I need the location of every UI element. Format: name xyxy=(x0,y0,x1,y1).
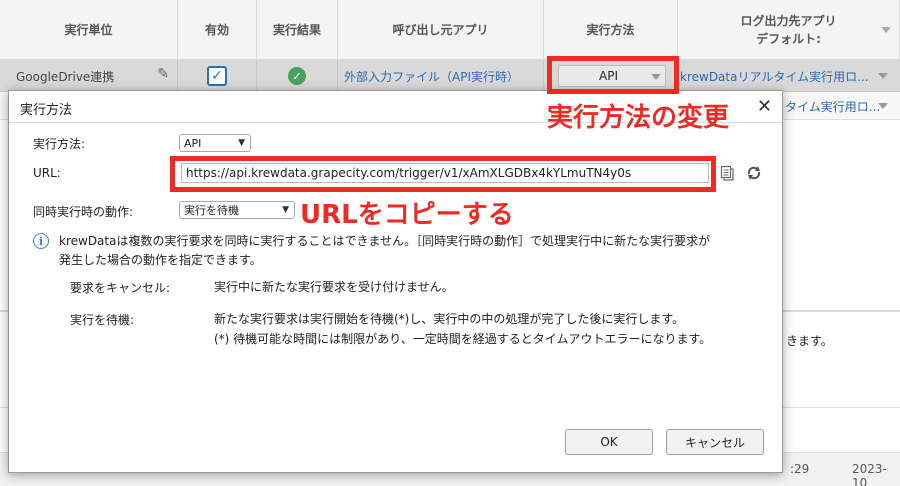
concurrent-label: 同時実行時の動作: xyxy=(33,205,134,219)
dialog-title: 実行方法 xyxy=(20,103,73,118)
ok-button[interactable]: OK xyxy=(565,429,653,455)
header-unit[interactable]: 実行単位 xyxy=(0,0,178,60)
url-label: URL: xyxy=(33,166,61,180)
header-method[interactable]: 実行方法 xyxy=(544,0,678,60)
chevron-down-icon xyxy=(878,73,888,79)
row-unit-cell: GoogleDrive連携 ✎ xyxy=(0,60,178,92)
cancel-request-term: 要求をキャンセル: xyxy=(70,281,171,295)
copy-icon[interactable] xyxy=(717,163,739,183)
grid-header: 実行単位 有効 実行結果 呼び出し元アプリ 実行方法 ログ出力先アプリ デフォル… xyxy=(0,0,900,60)
chevron-down-icon xyxy=(878,103,888,109)
edit-icon[interactable]: ✎ xyxy=(157,66,169,82)
header-log-app[interactable]: ログ出力先アプリ デフォルト: xyxy=(678,0,900,60)
execution-method-dialog: 実行方法 ✕ 実行方法: API ▼ URL: https://api.krew… xyxy=(8,90,783,473)
wait-desc: 新たな実行要求は実行開始を待機(*)し、実行中の中の処理が完了した後に実行します… xyxy=(214,312,712,346)
info-message: krewDataは複数の実行要求を同時に実行することはできません。［同時実行時の… xyxy=(59,234,711,267)
concurrent-dropdown[interactable]: 実行を待機 ▼ xyxy=(179,201,295,219)
annotation-copy-url: URLをコピーする xyxy=(300,200,514,230)
row-caller-cell[interactable]: 外部入力ファイル（API実行時） xyxy=(338,60,544,92)
refresh-icon[interactable] xyxy=(743,163,765,183)
info-icon: i xyxy=(33,233,49,249)
method-dropdown[interactable]: API ▼ xyxy=(179,134,251,152)
cancel-request-desc: 実行中に新たな実行要求を受け付けません。 xyxy=(214,280,454,294)
header-enabled[interactable]: 有効 xyxy=(178,0,257,60)
header-caller-app[interactable]: 呼び出し元アプリ xyxy=(338,0,544,60)
header-result[interactable]: 実行結果 xyxy=(257,0,338,60)
chevron-down-icon: ▼ xyxy=(238,138,245,148)
row-result-cell: ✓ xyxy=(257,60,338,92)
method-label: 実行方法: xyxy=(33,137,86,151)
row-enabled-cell: ✓ xyxy=(178,60,257,92)
enabled-checkbox[interactable]: ✓ xyxy=(207,66,227,86)
annotation-change-method: 実行方法の変更 xyxy=(547,103,730,133)
chevron-down-icon: ▼ xyxy=(282,205,289,215)
close-icon[interactable]: ✕ xyxy=(757,96,772,117)
wait-term: 実行を待機: xyxy=(70,313,135,327)
row-log-cell[interactable]: krewDataリアルタイム実行用ロ... xyxy=(678,60,900,92)
cancel-button[interactable]: キャンセル xyxy=(666,429,764,455)
sort-caret-icon xyxy=(881,27,891,33)
method-highlight-box xyxy=(547,56,679,94)
success-check-icon: ✓ xyxy=(288,67,306,85)
row-log-cell[interactable]: タイム実行用ロ... xyxy=(783,92,900,120)
url-highlight-box xyxy=(170,156,716,192)
table-row[interactable]: GoogleDrive連携 ✎ ✓ ✓ 外部入力ファイル（API実行時） API… xyxy=(0,60,900,92)
